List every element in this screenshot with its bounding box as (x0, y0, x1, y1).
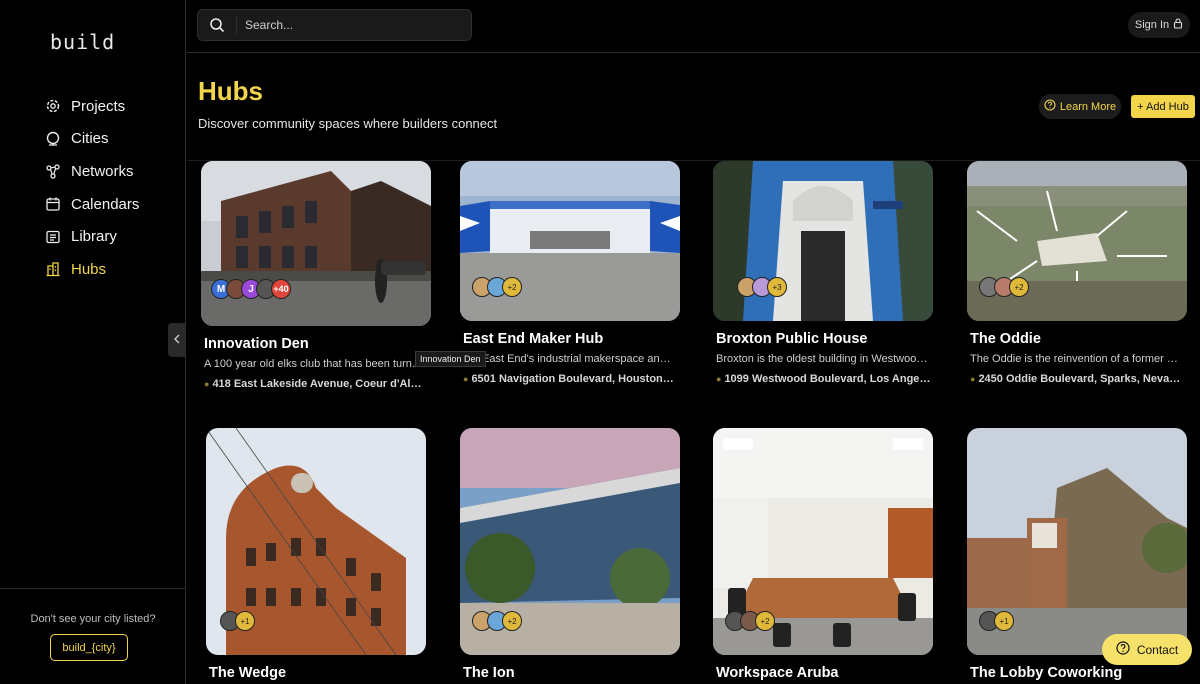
hub-name[interactable]: The Oddie (970, 331, 1041, 347)
logo[interactable]: build (50, 30, 115, 54)
city-missing-text: Don't see your city listed? (30, 613, 156, 625)
search-input[interactable] (236, 15, 456, 35)
help-icon (1044, 99, 1056, 114)
hub-image[interactable] (460, 161, 680, 321)
sign-in-button[interactable]: Sign In (1128, 12, 1190, 38)
sidebar-item-networks[interactable]: Networks (44, 155, 139, 188)
sidebar-item-label: Networks (71, 162, 134, 180)
avatar-more-count: +1 (994, 611, 1014, 631)
hub-name[interactable]: Broxton Public House (716, 331, 867, 347)
avatar-more-count: +2 (502, 611, 522, 631)
sidebar-item-projects[interactable]: Projects (44, 90, 139, 123)
hub-address-text: 6501 Navigation Boulevard, Houston, Texa… (471, 373, 675, 385)
calendar-icon (44, 195, 62, 213)
location-pin-icon: ● (970, 374, 976, 384)
sidebar-item-label: Hubs (71, 260, 107, 278)
sign-in-label: Sign In (1134, 19, 1170, 31)
sidebar-item-cities[interactable]: Cities (44, 123, 139, 156)
member-avatars[interactable]: +1 (220, 611, 255, 631)
hub-icon (44, 260, 62, 278)
member-avatars[interactable]: +1 (979, 611, 1014, 631)
avatar-more-count: +3 (767, 277, 787, 297)
hub-address-text: 418 East Lakeside Avenue, Coeur d'Alene,… (212, 378, 424, 390)
network-icon (44, 162, 62, 180)
member-avatars[interactable]: +2 (979, 277, 1029, 297)
lock-icon (1173, 18, 1183, 32)
search-box[interactable] (197, 9, 472, 41)
hub-description: Broxton is the oldest building in Westwo… (716, 353, 928, 365)
sidebar-nav: Projects Cities Networks Calendars Libra… (44, 90, 139, 286)
hub-description: The Oddie is the reinvention of a former… (970, 353, 1182, 365)
hub-address: ●418 East Lakeside Avenue, Coeur d'Alene… (204, 378, 424, 390)
avatar-more-count: +2 (755, 611, 775, 631)
sidebar-item-hubs[interactable]: Hubs (44, 253, 139, 286)
avatar-more-count: +2 (1009, 277, 1029, 297)
sidebar-item-label: Projects (71, 97, 126, 115)
hub-image[interactable] (713, 161, 933, 321)
sidebar-item-calendars[interactable]: Calendars (44, 188, 139, 221)
chevron-left-icon (173, 331, 181, 349)
page-title: Hubs (198, 76, 263, 106)
gear-icon (44, 97, 62, 115)
hub-image[interactable] (967, 161, 1187, 321)
build-city-button[interactable]: build_{city} (50, 634, 128, 661)
avatar-more-count: +2 (502, 277, 522, 297)
sidebar-footer: Don't see your city listed? build_{city} (0, 588, 186, 684)
collapse-sidebar-button[interactable] (168, 323, 186, 357)
contact-button[interactable]: Contact (1102, 634, 1192, 665)
hub-address: ●2450 Oddie Boulevard, Sparks, Nevada 89… (970, 373, 1182, 385)
hub-address-text: 1099 Westwood Boulevard, Los Angeles, Ca… (724, 373, 931, 385)
hub-address: ●1099 Westwood Boulevard, Los Angeles, C… (716, 373, 931, 385)
hub-address-text: 2450 Oddie Boulevard, Sparks, Nevada 894… (978, 373, 1182, 385)
tooltip: Innovation Den (415, 351, 486, 367)
hub-address: ●6501 Navigation Boulevard, Houston, Tex… (463, 373, 675, 385)
app-root: build Projects Cities Networks Calendars… (0, 0, 1200, 684)
page-header: Hubs Discover community spaces where bui… (187, 54, 1200, 161)
help-icon (1116, 641, 1130, 658)
add-hub-button[interactable]: + Add Hub (1131, 95, 1195, 118)
location-pin-icon: ● (463, 374, 469, 384)
sidebar-item-label: Library (71, 228, 117, 246)
sidebar-item-label: Calendars (71, 195, 140, 213)
location-pin-icon: ● (204, 379, 210, 389)
member-avatars[interactable]: +2 (472, 277, 522, 297)
sidebar: build Projects Cities Networks Calendars… (0, 0, 186, 684)
member-avatars[interactable]: +3 (737, 277, 787, 297)
search-icon (198, 17, 236, 33)
learn-more-label: Learn More (1059, 100, 1117, 113)
learn-more-button[interactable]: Learn More (1039, 94, 1121, 119)
member-avatars[interactable]: +2 (725, 611, 775, 631)
hubs-grid: M J +40 Innovation Den A 100 year old el… (187, 161, 1200, 684)
hub-name[interactable]: The Lobby Coworking (970, 665, 1122, 681)
hub-description: East End's industrial makerspace and man… (482, 353, 674, 365)
page-subtitle: Discover community spaces where builders… (198, 116, 498, 131)
hub-name[interactable]: East End Maker Hub (463, 331, 603, 347)
contact-label: Contact (1136, 642, 1179, 657)
hub-image[interactable] (201, 161, 431, 326)
sidebar-item-library[interactable]: Library (44, 220, 139, 253)
member-avatars[interactable]: M J +40 (211, 279, 291, 299)
hub-name[interactable]: Workspace Aruba (716, 665, 839, 681)
library-icon (44, 228, 62, 246)
globe-icon (44, 130, 62, 148)
hub-name[interactable]: The Wedge (209, 665, 286, 681)
location-pin-icon: ● (716, 374, 722, 384)
sidebar-item-label: Cities (71, 130, 109, 148)
hub-name[interactable]: The Ion (463, 665, 515, 681)
hub-name[interactable]: Innovation Den (204, 336, 309, 352)
avatar-more-count: +1 (235, 611, 255, 631)
hub-description: A 100 year old elks club that has been t… (204, 358, 428, 370)
member-avatars[interactable]: +2 (472, 611, 522, 631)
avatar-more-count: +40 (271, 279, 291, 299)
topbar: Sign In (187, 0, 1200, 53)
